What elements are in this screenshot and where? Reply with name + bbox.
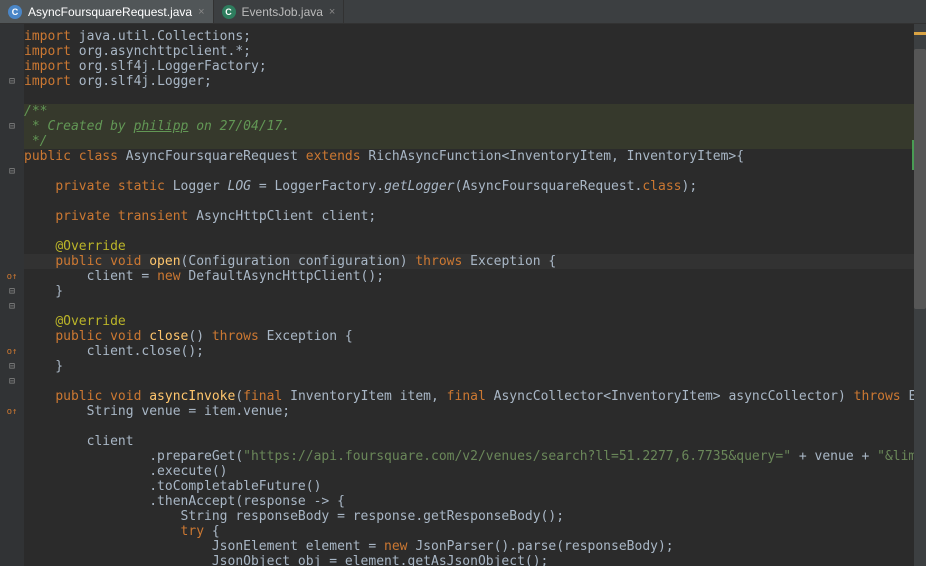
fold-icon[interactable]: ⊟ (0, 74, 24, 89)
close-icon[interactable]: × (329, 6, 335, 18)
fold-icon[interactable]: ⊟ (0, 119, 24, 134)
class-icon: C (222, 5, 236, 19)
tab-label: AsyncFoursquareRequest.java (28, 5, 192, 19)
code-editor[interactable]: import java.util.Collections; import org… (24, 24, 926, 566)
change-marker (912, 140, 914, 170)
editor-tabs: C AsyncFoursquareRequest.java × C Events… (0, 0, 926, 24)
editor-area: ⊟ ⊟ ⊟ o↑ ⊟ ⊟ o↑ ⊟ ⊟ o↑ import java.util.… (0, 24, 926, 566)
override-icon[interactable]: o↑ (0, 269, 24, 284)
gutter[interactable]: ⊟ ⊟ ⊟ o↑ ⊟ ⊟ o↑ ⊟ ⊟ o↑ (0, 24, 24, 566)
tab-label: EventsJob.java (242, 5, 323, 19)
warning-mark[interactable] (914, 32, 926, 35)
close-icon[interactable]: × (198, 6, 204, 18)
override-icon[interactable]: o↑ (0, 344, 24, 359)
scroll-thumb[interactable] (914, 49, 926, 309)
fold-icon[interactable]: ⊟ (0, 164, 24, 179)
tab-eventsjob[interactable]: C EventsJob.java × (214, 0, 345, 23)
fold-icon[interactable]: ⊟ (0, 299, 24, 314)
fold-icon[interactable]: ⊟ (0, 374, 24, 389)
tab-asyncfoursquare[interactable]: C AsyncFoursquareRequest.java × (0, 0, 214, 23)
class-icon: C (8, 5, 22, 19)
fold-icon[interactable]: ⊟ (0, 359, 24, 374)
override-icon[interactable]: o↑ (0, 404, 24, 419)
scrollbar[interactable] (914, 24, 926, 566)
fold-icon[interactable]: ⊟ (0, 284, 24, 299)
